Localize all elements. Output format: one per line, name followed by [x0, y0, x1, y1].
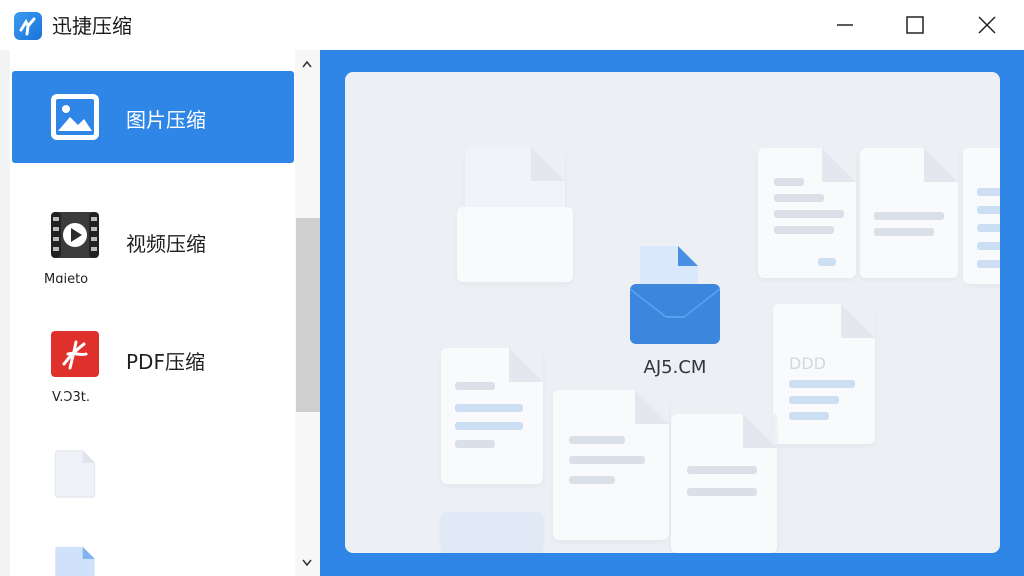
- blank-file-icon: [54, 450, 96, 498]
- decor-document: [671, 414, 777, 553]
- scroll-down-icon[interactable]: [300, 555, 314, 569]
- decor-document: [441, 512, 543, 553]
- sidebar-item-video-compress[interactable]: 视频压缩 Mɑieto: [12, 194, 294, 287]
- decor-tray: [457, 207, 573, 282]
- video-icon: [51, 212, 99, 258]
- close-icon: [978, 16, 996, 34]
- decor-document: [758, 148, 856, 278]
- image-icon: [51, 94, 99, 140]
- app-logo-icon: [14, 12, 42, 40]
- decor-document: [553, 390, 669, 540]
- window-title: 迅捷压缩: [52, 14, 132, 38]
- decor-document: DDD: [773, 304, 875, 444]
- maximize-button[interactable]: [895, 6, 935, 44]
- close-button[interactable]: [967, 6, 1007, 44]
- scrollbar-thumb[interactable]: [296, 218, 320, 412]
- sidebar-item-image-compress[interactable]: 图片压缩: [12, 71, 294, 163]
- sidebar-item-file[interactable]: [12, 530, 294, 576]
- sidebar-item-label: 视频压缩: [126, 232, 206, 256]
- minimize-icon: [837, 24, 853, 26]
- title-bar: 迅捷压缩: [0, 0, 1024, 50]
- maximize-icon: [906, 16, 924, 34]
- sidebar-item-sublabel: Mɑieto: [44, 272, 89, 287]
- pdf-icon: [51, 331, 99, 377]
- scroll-up-icon[interactable]: [300, 58, 314, 72]
- sidebar-item-pdf-compress[interactable]: PDF压缩 V.Ɔ3t.: [12, 312, 294, 405]
- folder-icon: [630, 246, 720, 344]
- center-label: AJ5.CM: [643, 357, 707, 378]
- sidebar-item-label: 图片压缩: [126, 108, 206, 132]
- decor-document: [860, 148, 958, 278]
- decor-text: DDD: [789, 354, 826, 373]
- drop-area[interactable]: DDD AJ5.CM: [345, 72, 1000, 553]
- sidebar-item-sublabel: V.Ɔ3t.: [52, 390, 90, 405]
- sidebar-item-blank[interactable]: [12, 436, 294, 528]
- sidebar-edge: [0, 50, 10, 576]
- file-icon: [55, 546, 95, 576]
- decor-document: [963, 148, 1000, 284]
- sidebar-item-label: PDF压缩: [126, 350, 205, 374]
- minimize-button[interactable]: [825, 6, 865, 44]
- decor-document: [441, 348, 543, 484]
